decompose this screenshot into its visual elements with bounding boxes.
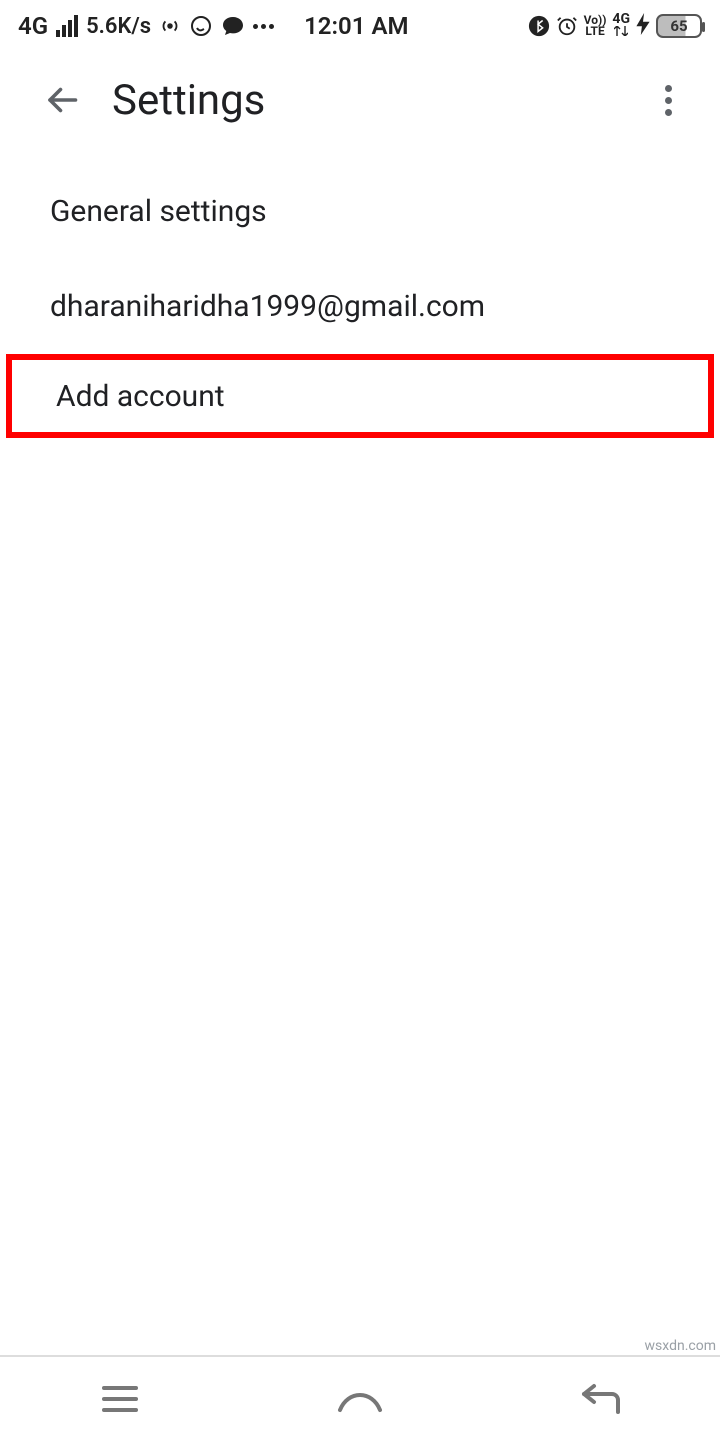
more-vert-icon [665,85,672,116]
battery-icon: 65 [656,14,702,38]
add-account-label: Add account [56,379,225,414]
add-account-item[interactable]: Add account [6,354,714,438]
more-notifications-icon [253,24,274,29]
network-speed: 5.6K/s [86,14,151,39]
app-bar: Settings [0,52,720,148]
back-button[interactable] [40,78,84,122]
chat-icon [221,14,245,38]
bluetooth-icon [528,15,550,37]
back-nav-icon [578,1380,622,1418]
charging-icon [636,13,650,40]
settings-list: General settings dharaniharidha1999@gmai… [0,148,720,438]
recent-apps-icon [102,1386,138,1412]
home-icon [336,1384,384,1414]
signal-icon [56,15,78,37]
status-bar: 4G 5.6K/s 12:01 AM Vo)) LTE 4G [0,0,720,52]
general-settings-item[interactable]: General settings [0,164,720,259]
volte-icon: Vo)) LTE [584,15,607,37]
recent-apps-button[interactable] [90,1369,150,1429]
volte-bottom: LTE [585,24,604,38]
watermark: wsxdn.com [645,1338,716,1354]
alarm-icon [556,15,578,37]
general-settings-label: General settings [50,194,267,229]
account-item[interactable]: dharaniharidha1999@gmail.com [0,259,720,354]
whatsapp-icon [189,14,213,38]
data-4g-icon: 4G [612,13,630,39]
clock: 12:01 AM [304,12,408,40]
battery-percent: 65 [670,17,687,35]
network-type-label: 4G [18,12,48,40]
back-nav-button[interactable] [570,1369,630,1429]
arrow-left-icon [44,82,80,118]
hotspot-icon [159,15,181,37]
overflow-menu-button[interactable] [646,78,690,122]
navigation-bar [0,1355,720,1440]
page-title: Settings [112,76,265,125]
home-button[interactable] [330,1369,390,1429]
account-email-label: dharaniharidha1999@gmail.com [50,289,485,324]
